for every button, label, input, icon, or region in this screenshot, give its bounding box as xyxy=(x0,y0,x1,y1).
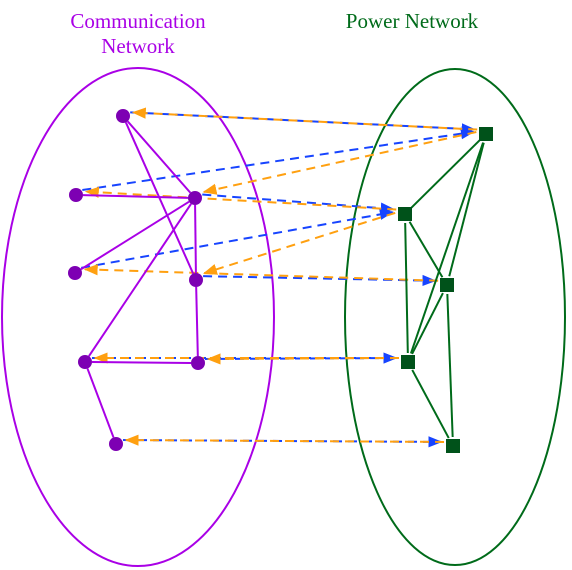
comm-node xyxy=(191,356,205,370)
communication-network-label: Communication xyxy=(70,9,206,33)
communication-nodes xyxy=(68,109,205,451)
power-edge xyxy=(447,294,452,437)
dependency-edge-orange xyxy=(133,113,477,130)
power-network-label: Power Network xyxy=(346,9,479,33)
comm-node xyxy=(116,109,130,123)
comm-edge xyxy=(87,369,113,438)
dependency-edge-orange xyxy=(126,440,444,442)
dependency-edge-orange xyxy=(204,213,395,273)
comm-node xyxy=(78,355,92,369)
comm-edge xyxy=(128,121,191,192)
comm-edge xyxy=(83,195,188,198)
power-edge xyxy=(412,370,449,438)
power-node xyxy=(401,355,415,369)
power-nodes xyxy=(398,127,493,453)
comm-node xyxy=(109,437,123,451)
power-node xyxy=(479,127,493,141)
power-node xyxy=(446,439,460,453)
interdependent-networks-diagram: Communication Network Power Network xyxy=(0,0,572,570)
power-node xyxy=(398,207,412,221)
comm-node xyxy=(69,188,83,202)
communication-edges xyxy=(81,121,198,437)
comm-node xyxy=(68,266,82,280)
comm-node xyxy=(188,191,202,205)
dependency-edge-orange xyxy=(85,269,438,280)
comm-edge xyxy=(196,287,198,356)
power-edge xyxy=(410,222,443,278)
comm-edge xyxy=(89,204,191,356)
dependency-edge-orange xyxy=(86,192,396,210)
power-edge xyxy=(449,143,483,277)
interdependency-edges xyxy=(81,112,477,442)
power-edge xyxy=(411,143,483,354)
communication-network-label-line2: Network xyxy=(101,34,175,58)
communication-network-ellipse xyxy=(2,68,274,566)
comm-node xyxy=(189,273,203,287)
comm-edge xyxy=(81,202,189,270)
comm-edge xyxy=(92,362,191,363)
power-network-ellipse xyxy=(345,69,565,565)
comm-edge xyxy=(195,205,196,273)
power-node xyxy=(440,278,454,292)
power-edge xyxy=(405,223,408,353)
dependency-edge-blue xyxy=(130,112,474,129)
dependency-edge-blue xyxy=(82,132,473,190)
